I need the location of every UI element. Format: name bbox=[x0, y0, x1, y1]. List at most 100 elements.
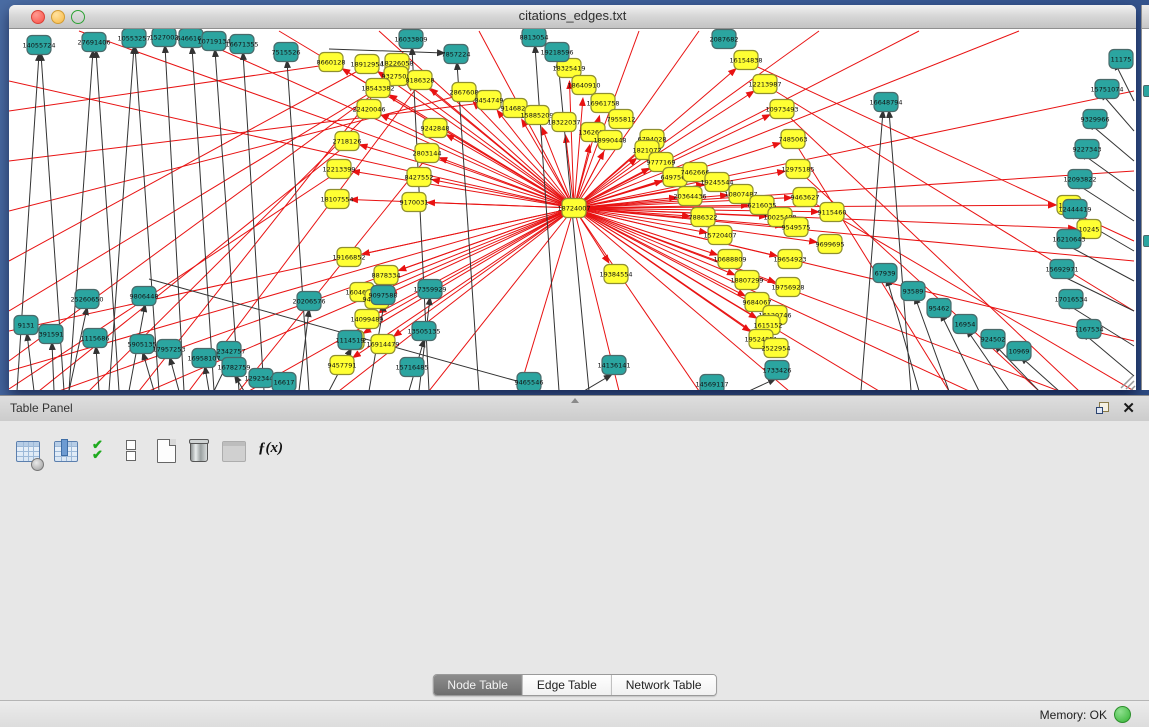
graph-node-label: 1114519 bbox=[336, 337, 365, 345]
graph-node-label: 9465546 bbox=[515, 379, 544, 387]
graph-node-label: 25260650 bbox=[70, 296, 103, 304]
graph-node-label: 9115460 bbox=[818, 209, 847, 217]
table-panel-titlebar[interactable]: Table Panel ✕ bbox=[0, 395, 1149, 422]
graph-node-label: 10553257 bbox=[117, 35, 150, 43]
background-node-fragment bbox=[1143, 235, 1149, 247]
graph-node-label: 9457791 bbox=[328, 362, 357, 370]
graph-node-label: 13505135 bbox=[407, 328, 440, 336]
graph-edge bbox=[243, 53, 264, 390]
graph-node-label: 16954 bbox=[955, 321, 976, 329]
graph-node-label: 7515526 bbox=[272, 49, 301, 57]
select-all-icon[interactable]: ✔✔ bbox=[90, 438, 118, 468]
deselect-all-icon[interactable] bbox=[118, 438, 146, 468]
network-view-window[interactable]: citations_edges.txt 18724007866012818912… bbox=[9, 5, 1136, 390]
graph-edge bbox=[27, 334, 34, 390]
memory-ok-indicator[interactable] bbox=[1114, 706, 1131, 723]
resize-grip[interactable] bbox=[1121, 376, 1135, 390]
table-type-segmented-control: Node TableEdge TableNetwork Table bbox=[432, 674, 716, 696]
graph-node-label: 2867608 bbox=[450, 89, 479, 97]
graph-node-label: 9131 bbox=[18, 322, 35, 330]
graph-edge bbox=[52, 343, 54, 390]
graph-node-label: 12975185 bbox=[781, 166, 814, 174]
close-panel-icon[interactable]: ✕ bbox=[1122, 399, 1135, 417]
graph-node-label: 1615152 bbox=[754, 322, 783, 330]
graph-node-label: 16154838 bbox=[729, 57, 762, 65]
graph-node-label: 9806448 bbox=[130, 293, 159, 301]
window-title: citations_edges.txt bbox=[9, 8, 1136, 23]
network-canvas[interactable]: 1872400786601281891295418226058932750881… bbox=[9, 29, 1136, 390]
graph-edge bbox=[353, 171, 574, 208]
graph-node-label: 1167534 bbox=[1075, 326, 1104, 334]
tab-network-table[interactable]: Network Table bbox=[612, 675, 716, 695]
new-column-icon[interactable] bbox=[154, 438, 182, 468]
graph-node-label: 16914479 bbox=[366, 341, 399, 349]
graph-node-label: 10245 bbox=[1079, 226, 1100, 234]
graph-edge bbox=[379, 208, 574, 312]
function-builder-icon[interactable]: ƒ(x) bbox=[258, 438, 286, 468]
graph-node-label: 27691406 bbox=[77, 39, 110, 47]
graph-node-label: 95462 bbox=[929, 305, 950, 313]
graph-node-label: 9699695 bbox=[816, 241, 845, 249]
graph-node-label: 12213399 bbox=[322, 166, 355, 174]
graph-node-label: 14136141 bbox=[597, 362, 630, 370]
graph-node-label: 7886322 bbox=[689, 214, 718, 222]
graph-node-label: 391591 bbox=[39, 331, 64, 339]
graph-node-label: 16961758 bbox=[586, 100, 619, 108]
float-panel-icon[interactable] bbox=[1096, 402, 1109, 415]
tab-node-table[interactable]: Node Table bbox=[433, 675, 523, 695]
graph-edge bbox=[205, 367, 209, 390]
table-panel-title: Table Panel bbox=[10, 401, 73, 415]
graph-edge bbox=[574, 208, 1059, 390]
graph-node-label: 18543382 bbox=[361, 85, 394, 93]
import-table-icon bbox=[220, 438, 248, 468]
graph-node-label: 18990448 bbox=[593, 137, 626, 145]
graph-edge bbox=[170, 358, 179, 390]
graph-node-label: 18724007 bbox=[557, 205, 590, 213]
graph-edge bbox=[9, 208, 574, 331]
graph-node-label: 18912954 bbox=[350, 61, 383, 69]
graph-node-label: 9227343 bbox=[1073, 146, 1102, 154]
graph-edge bbox=[215, 50, 239, 390]
graph-node-label: 924502 bbox=[981, 336, 1006, 344]
status-bar: Memory: OK bbox=[0, 700, 1149, 727]
graph-node-label: 8813054 bbox=[520, 34, 549, 42]
graph-node-label: 1733426 bbox=[763, 367, 792, 375]
tab-edge-table[interactable]: Edge Table bbox=[523, 675, 612, 695]
graph-node-label: 17016534 bbox=[1054, 296, 1087, 304]
graph-node-label: 20206576 bbox=[292, 298, 325, 306]
graph-node-label: 15720407 bbox=[703, 232, 736, 240]
graph-edge bbox=[165, 46, 184, 390]
graph-node-label: 12093822 bbox=[1063, 176, 1096, 184]
graph-node-label: 9329966 bbox=[1081, 116, 1110, 124]
table-panel-body: ✔✔ ƒ(x) citations_edges.txt name in_degr… bbox=[0, 421, 1149, 700]
graph-node-label: 15751074 bbox=[1090, 86, 1123, 94]
graph-node-label: 19166852 bbox=[332, 254, 365, 262]
graph-node-label: 15692971 bbox=[1045, 266, 1078, 274]
graph-node-label: 19654923 bbox=[773, 256, 806, 264]
delete-column-icon[interactable] bbox=[186, 438, 214, 468]
graph-node-label: 18322037 bbox=[547, 119, 580, 127]
graph-node-label: 2718126 bbox=[333, 138, 362, 146]
graph-edge bbox=[574, 31, 1019, 208]
window-titlebar[interactable]: citations_edges.txt bbox=[9, 5, 1136, 29]
graph-edge bbox=[749, 379, 775, 390]
graph-edge bbox=[192, 47, 214, 390]
graph-node-label: 16958107 bbox=[187, 355, 220, 363]
show-columns-icon[interactable] bbox=[52, 438, 80, 468]
graph-node-label: 8427552 bbox=[405, 174, 434, 182]
graph-node-label: 12213987 bbox=[748, 81, 781, 89]
desktop-background: citations_edges.txt 18724007866012818912… bbox=[0, 0, 1149, 395]
memory-status-label: Memory: OK bbox=[1040, 708, 1107, 722]
graph-node-label: 67939 bbox=[875, 270, 896, 278]
graph-node-label: 8454749 bbox=[475, 97, 504, 105]
graph-node-label: 10973493 bbox=[765, 106, 798, 114]
graph-node-label: 9242848 bbox=[421, 125, 450, 133]
table-mode-icon[interactable] bbox=[14, 438, 42, 468]
graph-node-label: 2087682 bbox=[710, 36, 739, 44]
graph-node-label: 18807299 bbox=[730, 277, 763, 285]
splitter-handle-icon[interactable] bbox=[571, 398, 579, 403]
graph-node-label: 12444419 bbox=[1058, 206, 1091, 214]
graph-node-label: 14569117 bbox=[695, 381, 728, 389]
graph-node-label: 18640910 bbox=[567, 82, 600, 90]
graph-edge bbox=[889, 111, 911, 390]
